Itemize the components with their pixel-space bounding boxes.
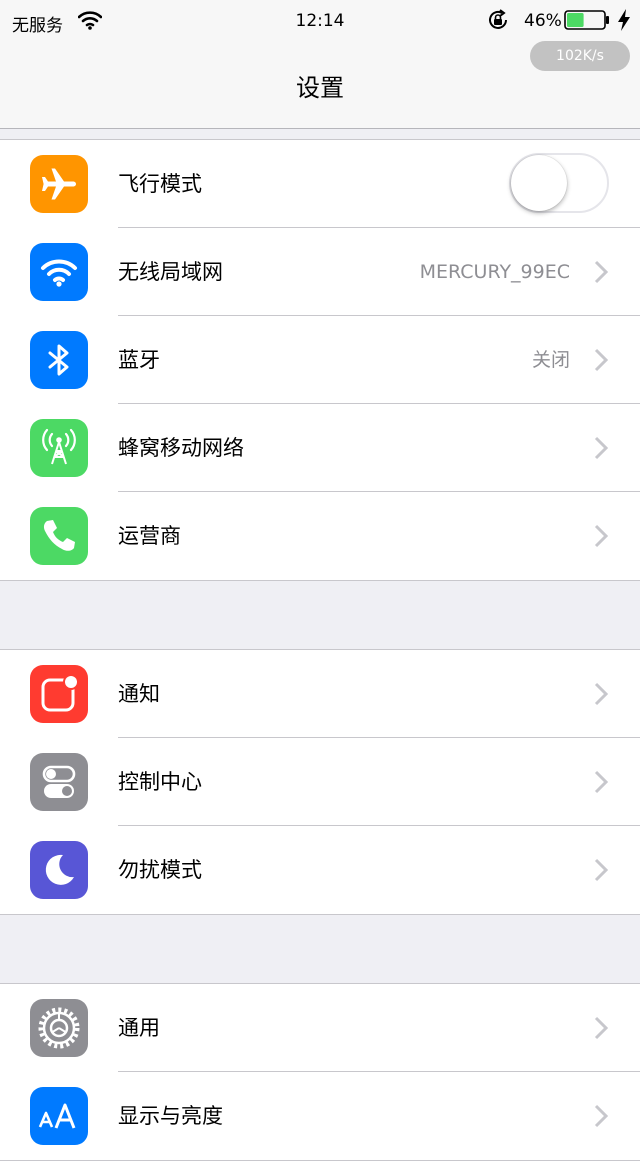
wifi-row[interactable]: 无线局域网 MERCURY_99EC [0, 227, 640, 316]
gear-icon [30, 999, 88, 1057]
chevron-right-icon [594, 260, 608, 284]
charging-bolt-icon [618, 9, 630, 31]
battery-icon [564, 10, 609, 30]
rotation-lock-icon [489, 9, 507, 29]
cellular-antenna-icon [30, 419, 88, 477]
chevron-right-icon [594, 436, 608, 460]
toggle-knob [511, 155, 567, 211]
do-not-disturb-row[interactable]: 勿扰模式 [0, 825, 640, 914]
display-brightness-label: 显示与亮度 [118, 1104, 223, 1128]
bluetooth-icon [30, 331, 88, 389]
carrier-settings-label: 运营商 [118, 524, 181, 548]
do-not-disturb-label: 勿扰模式 [118, 858, 202, 882]
text-size-icon [30, 1087, 88, 1145]
airplane-mode-label: 飞行模式 [118, 172, 202, 196]
wifi-network-value: MERCURY_99EC [419, 261, 570, 283]
airplane-icon [30, 155, 88, 213]
control-center-row[interactable]: 控制中心 [0, 737, 640, 826]
notifications-row[interactable]: 通知 [0, 650, 640, 738]
wifi-label: 无线局域网 [118, 260, 223, 284]
bluetooth-row[interactable]: 蓝牙 关闭 [0, 315, 640, 404]
cellular-row[interactable]: 蜂窝移动网络 [0, 403, 640, 492]
chevron-right-icon [594, 348, 608, 372]
wifi-icon [30, 243, 88, 301]
carrier-row[interactable]: 运营商 [0, 491, 640, 580]
notifications-icon [30, 665, 88, 723]
chevron-right-icon [594, 524, 608, 548]
general-row[interactable]: 通用 [0, 984, 640, 1072]
settings-group-connectivity: 飞行模式 无线局域网 MERCURY_99EC 蓝牙 关闭 蜂窝移动网络 运营商 [0, 139, 640, 581]
airplane-mode-toggle[interactable] [509, 153, 609, 213]
battery-percent: 46% [524, 11, 562, 31]
bluetooth-label: 蓝牙 [118, 348, 160, 372]
chevron-right-icon [594, 770, 608, 794]
control-center-icon [30, 753, 88, 811]
general-label: 通用 [118, 1016, 160, 1040]
page-title: 设置 [296, 74, 344, 102]
notifications-label: 通知 [118, 682, 160, 706]
chevron-right-icon [594, 1016, 608, 1040]
control-center-label: 控制中心 [118, 770, 202, 794]
settings-group-general: 通用 显示与亮度 [0, 983, 640, 1161]
phone-icon [30, 507, 88, 565]
status-bar: 无服务 12:14 46% [0, 0, 640, 40]
cellular-label: 蜂窝移动网络 [118, 436, 244, 460]
network-speed-badge: 102K/s [530, 41, 630, 71]
moon-icon [30, 841, 88, 899]
airplane-mode-row: 飞行模式 [0, 140, 640, 228]
bluetooth-status-value: 关闭 [531, 349, 570, 371]
settings-group-notifications: 通知 控制中心 勿扰模式 [0, 649, 640, 915]
chevron-right-icon [594, 682, 608, 706]
display-brightness-row[interactable]: 显示与亮度 [0, 1071, 640, 1160]
chevron-right-icon [594, 858, 608, 882]
chevron-right-icon [594, 1104, 608, 1128]
